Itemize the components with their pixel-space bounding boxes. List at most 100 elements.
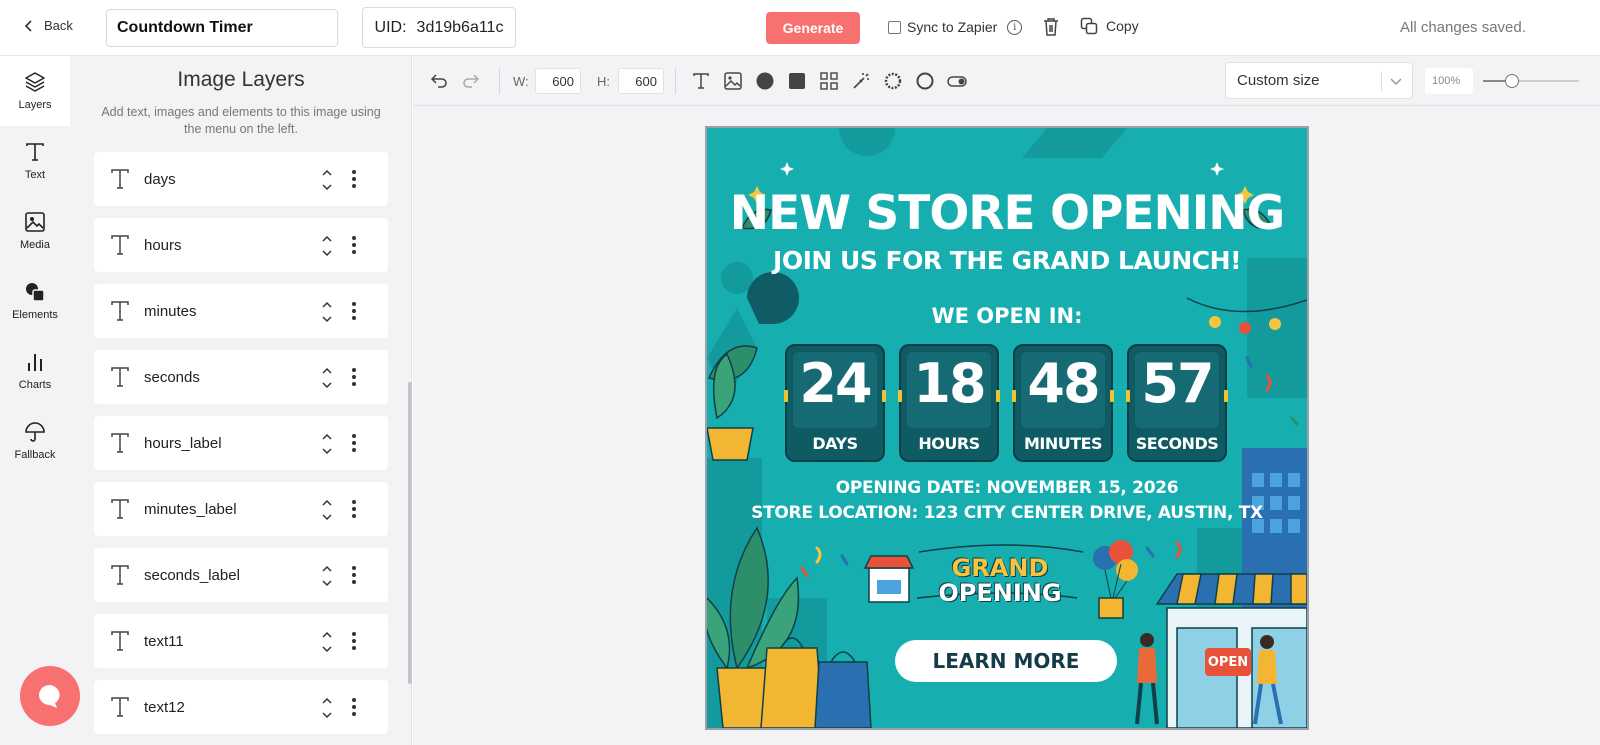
copy-label: Copy [1106, 18, 1139, 34]
shapes-icon [26, 283, 45, 302]
panel-title: Image Layers [177, 68, 305, 91]
trash-icon[interactable] [1042, 17, 1060, 37]
sync-checkbox[interactable] [888, 20, 901, 34]
artwork-canvas[interactable]: NEW STORE OPENING JOIN US FOR THE GRAND … [705, 126, 1309, 730]
reorder-icon[interactable] [320, 430, 334, 458]
layer-item[interactable]: text12 [94, 680, 388, 734]
ring-progress-icon[interactable] [883, 71, 903, 91]
layer-item[interactable]: minutes [94, 284, 388, 338]
text-layer-icon [111, 169, 129, 189]
rail-item-elements[interactable]: Elements [0, 266, 70, 336]
more-options-icon[interactable] [350, 696, 358, 718]
reorder-icon[interactable] [320, 232, 334, 260]
reorder-icon[interactable] [320, 298, 334, 326]
countdown-label: HOURS [918, 434, 980, 453]
chat-button[interactable] [20, 666, 80, 726]
toggle-icon[interactable] [947, 71, 967, 91]
rail-item-text[interactable]: Text [0, 126, 70, 196]
zoom-value[interactable]: 100% [1425, 68, 1473, 94]
circle-shape-icon[interactable] [755, 71, 775, 91]
undo-icon[interactable] [429, 71, 449, 91]
subheadline: JOIN US FOR THE GRAND LAUNCH! [773, 246, 1241, 275]
info-icon[interactable]: i [1007, 19, 1023, 35]
reorder-icon[interactable] [320, 562, 334, 590]
headline: NEW STORE OPENING [729, 186, 1285, 241]
rail-label: Media [20, 239, 50, 251]
uid-display[interactable]: UID: 3d19b6a11c [362, 7, 516, 48]
grand-opening-banner: GRAND OPENING [925, 556, 1075, 606]
layer-item[interactable]: days [94, 152, 388, 206]
toolbar-divider [675, 68, 676, 94]
add-text-icon[interactable] [691, 71, 711, 91]
layer-item[interactable]: seconds_label [94, 548, 388, 602]
circle-outline-icon[interactable] [915, 71, 935, 91]
layer-item[interactable]: minutes_label [94, 482, 388, 536]
text-layer-icon [111, 433, 129, 453]
rail-item-charts[interactable]: Charts [0, 336, 70, 406]
rectangle-shape-icon[interactable] [787, 71, 807, 91]
layer-item[interactable]: seconds [94, 350, 388, 404]
rail-item-layers[interactable]: Layers [0, 56, 70, 126]
more-options-icon[interactable] [350, 168, 358, 190]
layer-item[interactable]: text11 [94, 614, 388, 668]
rail-label: Charts [18, 379, 52, 391]
more-options-icon[interactable] [350, 564, 358, 586]
umbrella-icon [25, 422, 45, 442]
canvas-size-select[interactable]: Custom size [1225, 62, 1413, 99]
more-options-icon[interactable] [350, 498, 358, 520]
banner-line-2: OPENING [938, 579, 1062, 607]
store-location: STORE LOCATION: 123 CITY CENTER DRIVE, A… [751, 503, 1263, 523]
generate-button[interactable]: Generate [766, 12, 860, 44]
rail-item-fallback[interactable]: Fallback [0, 406, 70, 476]
countdown-label: MINUTES [1023, 434, 1103, 453]
layer-item[interactable]: hours [94, 218, 388, 272]
text-layer-icon [111, 367, 129, 387]
text-layer-icon [111, 565, 129, 585]
more-options-icon[interactable] [350, 366, 358, 388]
back-button[interactable]: Back [22, 18, 73, 33]
top-bar: Back Countdown Timer UID: 3d19b6a11c Gen… [0, 0, 1600, 56]
countdown-value: 24 [799, 352, 872, 415]
reorder-icon[interactable] [320, 694, 334, 722]
more-options-icon[interactable] [350, 300, 358, 322]
reorder-icon[interactable] [320, 496, 334, 524]
editor-toolbar: W: 600 H: 600 Custom size 100% [413, 56, 1600, 106]
countdown-card: 18 HOURS [898, 344, 1000, 462]
countdown-card: 57 SECONDS [1126, 344, 1228, 462]
layer-name: hours_label [144, 435, 222, 452]
countdown-label: SECONDS [1135, 434, 1219, 453]
template-name-input[interactable]: Countdown Timer [106, 9, 338, 47]
zoom-slider-handle[interactable] [1504, 74, 1519, 88]
reorder-icon[interactable] [320, 364, 334, 392]
reorder-icon[interactable] [320, 628, 334, 656]
layer-name: days [144, 171, 176, 188]
height-input[interactable]: 600 [618, 68, 664, 94]
layer-name: minutes_label [144, 501, 237, 518]
redo-icon[interactable] [461, 71, 481, 91]
more-options-icon[interactable] [350, 234, 358, 256]
select-divider [1381, 71, 1382, 91]
text-layer-icon [111, 301, 129, 321]
layer-name: minutes [144, 303, 197, 320]
reorder-icon[interactable] [320, 166, 334, 194]
more-options-icon[interactable] [350, 432, 358, 454]
layers-scrollbar[interactable] [408, 382, 412, 684]
banner-line-1: GRAND [951, 554, 1049, 582]
sync-label: Sync to Zapier [907, 19, 998, 35]
layer-item[interactable]: hours_label [94, 416, 388, 470]
learn-more-button[interactable]: LEARN MORE [895, 640, 1117, 682]
text-icon [26, 143, 44, 161]
rail-label: Fallback [14, 449, 56, 461]
more-options-icon[interactable] [350, 630, 358, 652]
text-layer-icon [111, 631, 129, 651]
rail-label: Layers [18, 99, 52, 111]
copy-button[interactable]: Copy [1080, 17, 1139, 35]
grid-icon[interactable] [819, 71, 839, 91]
open-in-label: WE OPEN IN: [931, 304, 1083, 328]
bar-chart-icon [28, 354, 42, 371]
rail-item-media[interactable]: Media [0, 196, 70, 266]
add-image-icon[interactable] [723, 71, 743, 91]
sync-to-zapier[interactable]: Sync to Zapier i [888, 19, 1023, 35]
width-input[interactable]: 600 [535, 68, 581, 94]
magic-wand-icon[interactable] [851, 71, 871, 91]
